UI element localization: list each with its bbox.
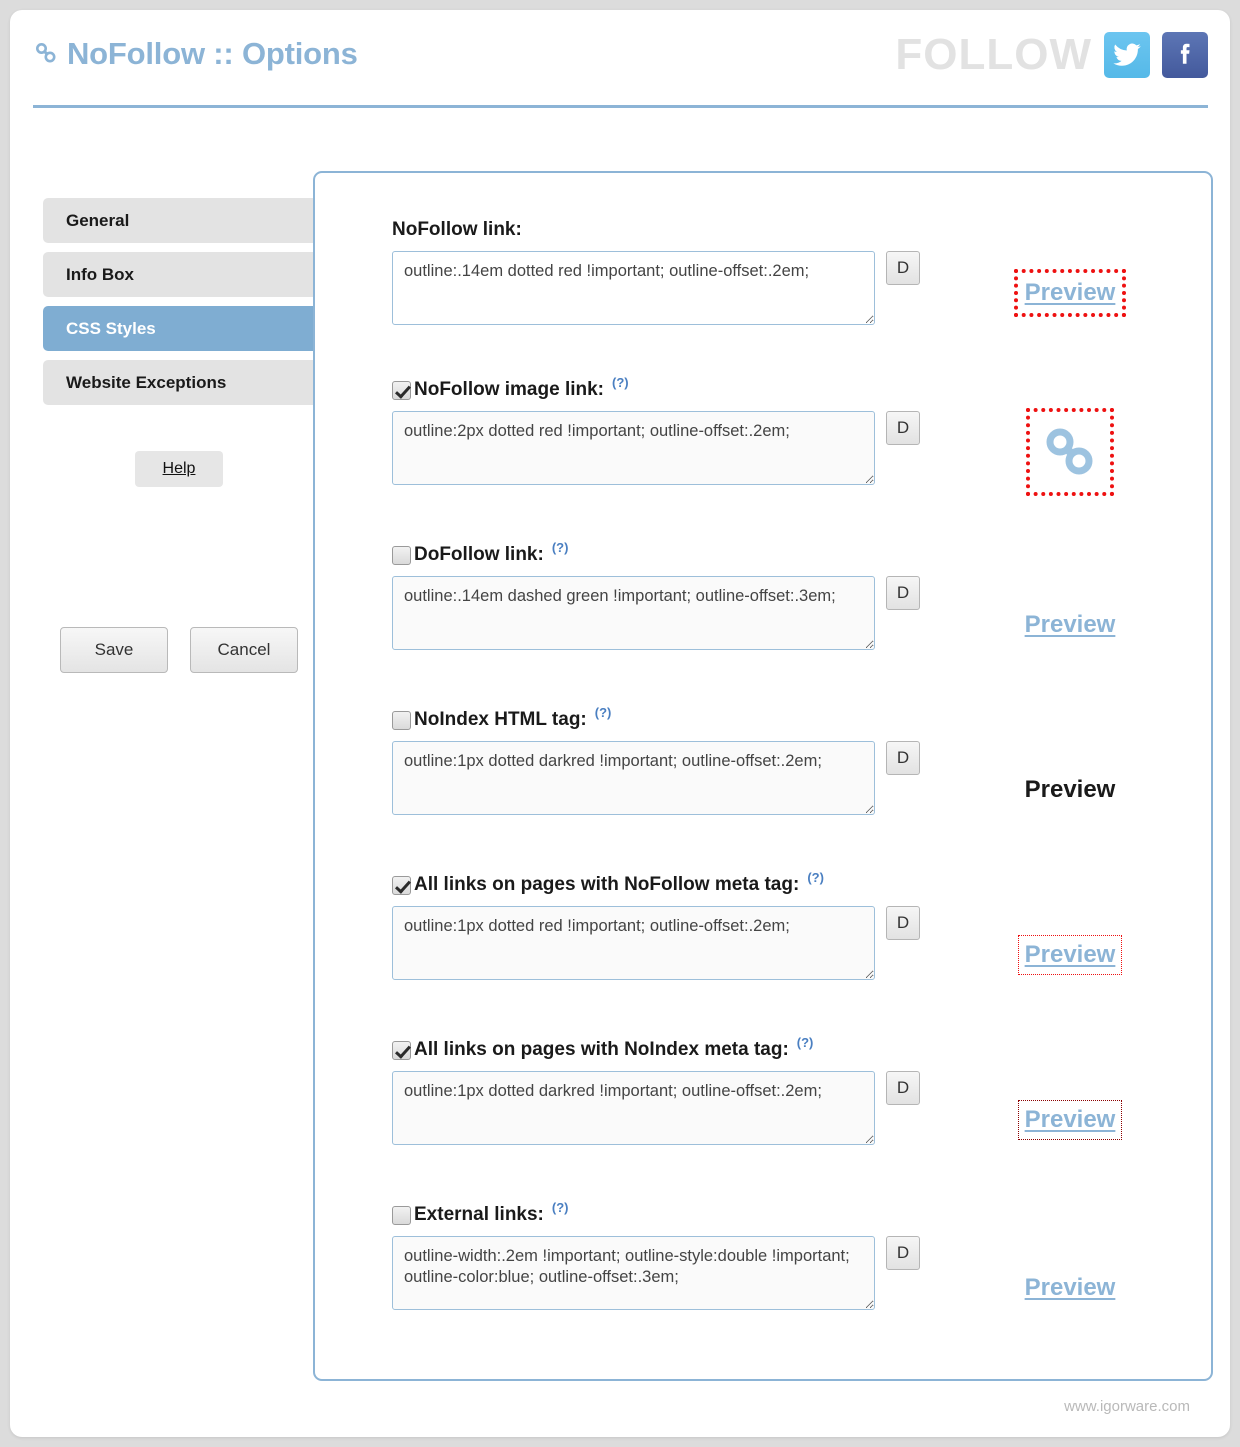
chain-link-icon [1046, 428, 1093, 475]
page-header: NoFollow :: Options FOLLOW [33, 30, 1208, 108]
preview-link[interactable]: Preview [1023, 610, 1118, 640]
preview-link[interactable]: Preview [1013, 269, 1127, 317]
app-window: NoFollow :: Options FOLLOW General Info … [0, 0, 1240, 1447]
field-label-text: All links on pages with NoFollow meta ta… [414, 874, 800, 895]
sidebar-item-label: Website Exceptions [66, 372, 227, 392]
css-styles-panel: NoFollow link: D Preview NoFollow image … [313, 171, 1213, 1381]
sidebar-item-info-box[interactable]: Info Box [43, 252, 315, 297]
sidebar-item-label: CSS Styles [66, 318, 156, 338]
sidebar-item-label: General [66, 210, 130, 230]
help-button[interactable]: Help [134, 451, 224, 487]
field-label-text: NoIndex HTML tag: [414, 709, 587, 730]
field-label: NoFollow image link: (?) [392, 375, 1202, 402]
css-input-nofollow-link[interactable] [392, 251, 875, 325]
field-label: All links on pages with NoFollow meta ta… [392, 870, 1202, 897]
twitter-icon[interactable] [1104, 32, 1150, 78]
sidebar-item-website-exceptions[interactable]: Website Exceptions [43, 360, 315, 405]
preview-noindex-html-tag: Preview [945, 770, 1195, 810]
preview-link[interactable]: Preview [1023, 1273, 1118, 1303]
follow-label: FOLLOW [895, 30, 1092, 79]
default-button-all-links-noindex-meta[interactable]: D [886, 1071, 920, 1105]
sidebar-item-label: Info Box [66, 264, 134, 284]
sidebar-item-css-styles[interactable]: CSS Styles [43, 306, 315, 351]
checkbox-external-links[interactable] [392, 1205, 411, 1225]
options-card: NoFollow :: Options FOLLOW General Info … [10, 10, 1230, 1437]
preview-external-links: Preview [945, 1268, 1195, 1308]
css-input-nofollow-image-link[interactable] [392, 411, 875, 485]
default-button-noindex-html-tag[interactable]: D [886, 741, 920, 775]
help-icon[interactable]: (?) [552, 540, 569, 555]
follow-group: FOLLOW [895, 32, 1208, 78]
form-actions: Save Cancel [60, 627, 298, 673]
field-label-text: All links on pages with NoIndex meta tag… [414, 1039, 789, 1060]
field-label: External links: (?) [392, 1200, 1202, 1227]
preview-link[interactable]: Preview [1017, 1100, 1123, 1140]
footer-site-url: www.igorware.com [1064, 1398, 1190, 1415]
css-input-noindex-html-tag[interactable] [392, 741, 875, 815]
checkbox-noindex-html-tag[interactable] [392, 710, 411, 730]
field-label: NoFollow link: [392, 218, 1202, 242]
help-icon[interactable]: (?) [807, 870, 824, 885]
chain-link-icon [33, 38, 59, 74]
help-icon[interactable]: (?) [797, 1035, 814, 1050]
css-input-all-links-nofollow-meta[interactable] [392, 906, 875, 980]
css-input-dofollow-link[interactable] [392, 576, 875, 650]
default-button-dofollow-link[interactable]: D [886, 576, 920, 610]
checkbox-all-links-nofollow-meta[interactable] [392, 875, 411, 895]
save-button[interactable]: Save [60, 627, 168, 673]
css-input-all-links-noindex-meta[interactable] [392, 1071, 875, 1145]
help-icon[interactable]: (?) [612, 375, 629, 390]
field-label-text: DoFollow link: [414, 544, 544, 565]
field-label: DoFollow link: (?) [392, 540, 1202, 567]
sidebar-item-general[interactable]: General [43, 198, 315, 243]
preview-nofollow-link: Preview [945, 269, 1195, 317]
preview-all-links-nofollow-meta: Preview [945, 935, 1195, 975]
default-button-nofollow-image-link[interactable]: D [886, 411, 920, 445]
default-button-nofollow-link[interactable]: D [886, 251, 920, 285]
preview-text: Preview [1024, 776, 1116, 803]
field-label: NoIndex HTML tag: (?) [392, 705, 1202, 732]
help-container: Help [43, 451, 315, 487]
cancel-button[interactable]: Cancel [190, 627, 298, 673]
preview-link[interactable]: Preview [1017, 935, 1123, 975]
field-label-text: NoFollow image link: [414, 379, 605, 400]
css-input-external-links[interactable] [392, 1236, 875, 1310]
default-button-all-links-nofollow-meta[interactable]: D [886, 906, 920, 940]
help-icon[interactable]: (?) [595, 705, 612, 720]
page-title-text: NoFollow :: Options [67, 36, 358, 71]
checkbox-dofollow-link[interactable] [392, 545, 411, 565]
checkbox-nofollow-image-link[interactable] [392, 380, 411, 400]
field-label-text: External links: [414, 1204, 544, 1225]
preview-image-outline[interactable] [1026, 408, 1114, 496]
facebook-icon[interactable] [1162, 32, 1208, 78]
preview-all-links-noindex-meta: Preview [945, 1100, 1195, 1140]
preview-nofollow-image-link [945, 408, 1195, 496]
field-label-text: NoFollow link: [392, 219, 522, 240]
default-button-external-links[interactable]: D [886, 1236, 920, 1270]
help-icon[interactable]: (?) [552, 1200, 569, 1215]
checkbox-all-links-noindex-meta[interactable] [392, 1040, 411, 1060]
field-label: All links on pages with NoIndex meta tag… [392, 1035, 1202, 1062]
page-title: NoFollow :: Options [33, 36, 358, 74]
sidebar-tabs: General Info Box CSS Styles Website Exce… [43, 198, 315, 414]
preview-dofollow-link: Preview [945, 605, 1195, 645]
